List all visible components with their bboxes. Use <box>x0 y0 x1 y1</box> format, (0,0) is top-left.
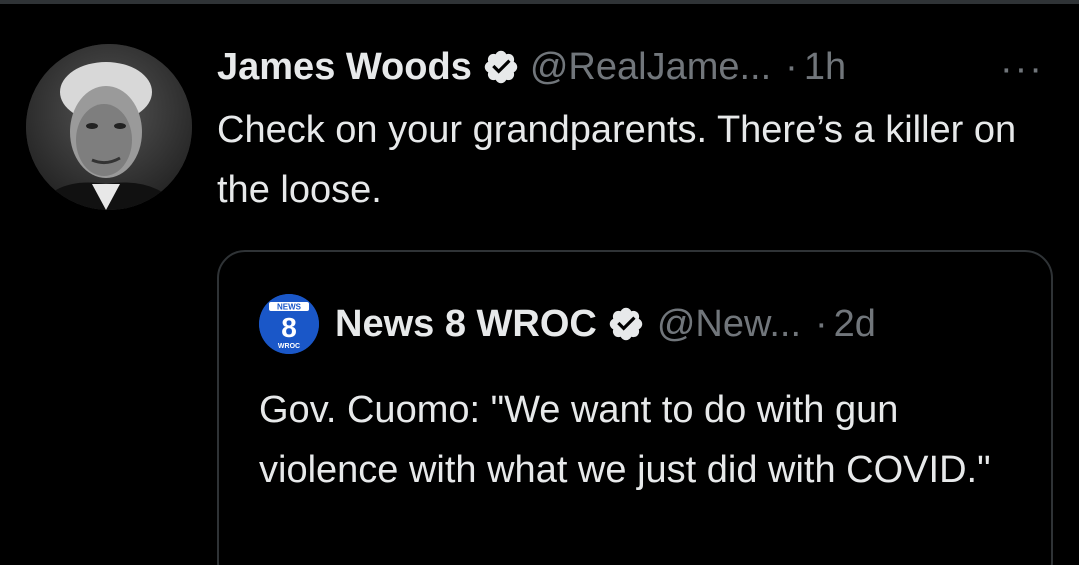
more-options-icon[interactable]: ··· <box>1000 48 1044 91</box>
logo-bottom-text: WROC <box>278 343 300 350</box>
logo-top-text: NEWS <box>277 303 302 312</box>
separator-dot: · <box>785 45 798 88</box>
tweet-text: Check on your grandparents. There’s a ki… <box>217 109 1017 211</box>
news8-logo-icon[interactable]: NEWS 8 WROC <box>259 294 319 354</box>
quoted-verified-badge-icon <box>607 305 645 343</box>
top-divider <box>0 0 1079 4</box>
quoted-separator-dot: · <box>815 302 828 345</box>
quoted-tweet-text: Gov. Cuomo: "We want to do with gun viol… <box>259 389 991 491</box>
quoted-author-name[interactable]: News 8 WROC <box>335 303 597 346</box>
quoted-author-handle[interactable]: @New... <box>657 303 801 346</box>
quoted-timestamp[interactable]: 2d <box>834 303 876 346</box>
quoted-tweet-card[interactable]: NEWS 8 WROC News 8 WROC @New... · 2d Gov… <box>217 250 1053 565</box>
tweet-timestamp[interactable]: 1h <box>804 46 846 89</box>
tweet-header: James Woods @RealJame... · 1h <box>217 40 846 94</box>
person-photo-icon <box>26 44 192 210</box>
avatar[interactable] <box>26 44 192 210</box>
logo-number-text: 8 <box>281 312 297 343</box>
author-handle[interactable]: @RealJame... <box>530 46 771 89</box>
verified-badge-icon <box>482 48 520 86</box>
author-name[interactable]: James Woods <box>217 46 472 89</box>
quoted-tweet-header: NEWS 8 WROC News 8 WROC @New... · 2d <box>259 294 876 354</box>
